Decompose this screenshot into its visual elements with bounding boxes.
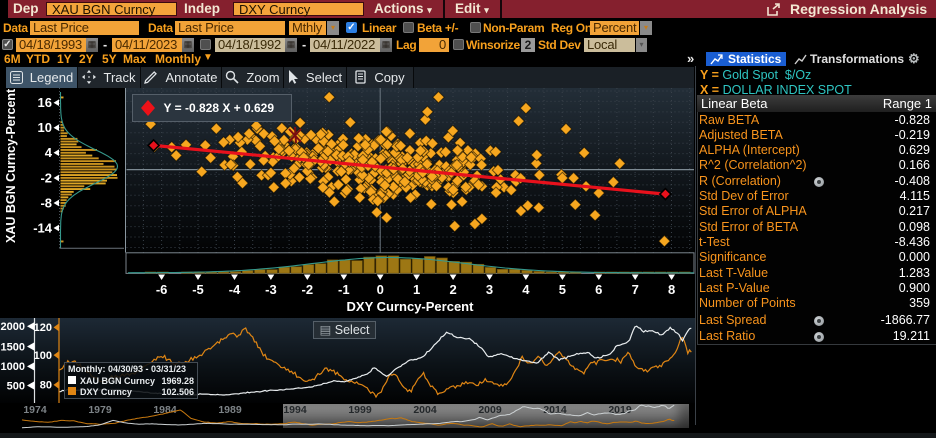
svg-text:1984: 1984	[153, 404, 177, 416]
svg-text:2004: 2004	[413, 404, 437, 416]
svg-text:2000: 2000	[1, 321, 25, 333]
svg-text:1974: 1974	[23, 404, 47, 416]
svg-text:500: 500	[7, 380, 25, 392]
svg-text:120: 120	[34, 322, 52, 334]
svg-text:1979: 1979	[88, 404, 112, 416]
svg-text:1500: 1500	[1, 341, 25, 353]
svg-text:1994: 1994	[283, 404, 307, 416]
svg-text:2009: 2009	[478, 404, 502, 416]
svg-text:100: 100	[34, 350, 52, 362]
svg-text:1999: 1999	[348, 404, 372, 416]
svg-text:1989: 1989	[218, 404, 242, 416]
svg-text:80: 80	[40, 380, 52, 392]
svg-text:1000: 1000	[1, 361, 25, 373]
